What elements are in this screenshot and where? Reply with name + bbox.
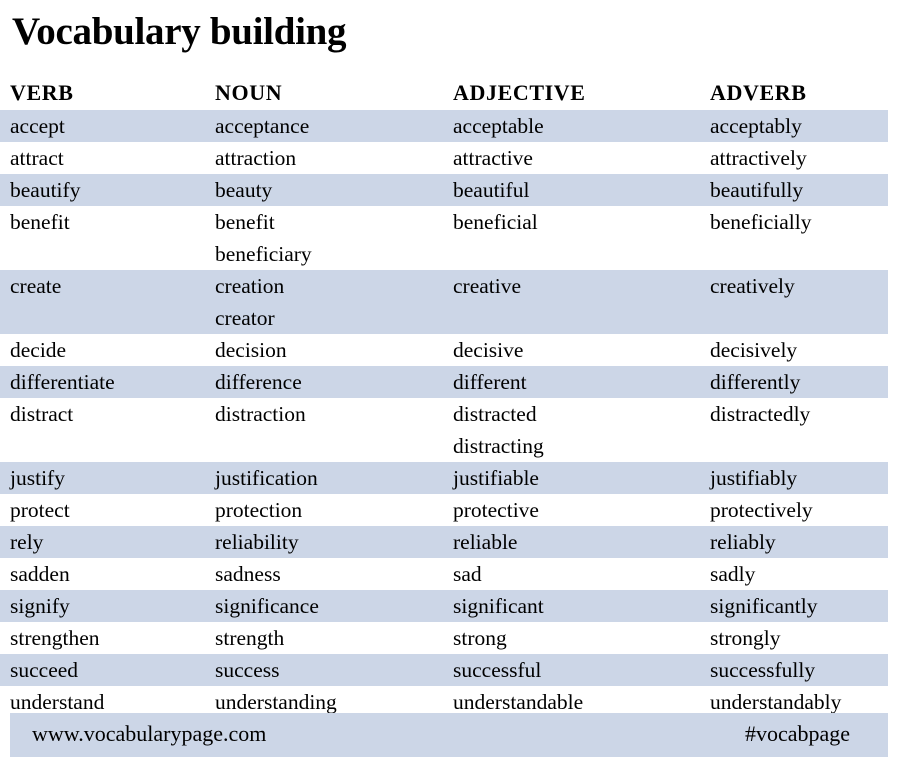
cell-verb: signify <box>10 594 70 618</box>
cell-verb: accept <box>10 114 65 138</box>
cell-adjective: attractive <box>453 146 533 170</box>
footer-bar: www.vocabularypage.com #vocabpage <box>10 713 888 757</box>
cell-verb: create <box>10 274 62 298</box>
column-header-noun: NOUN <box>215 80 283 105</box>
cell-verb: attract <box>10 146 64 170</box>
cell-adjective: beneficial <box>453 210 538 234</box>
table-row: benefit benefit beneficiary beneficial bene… <box>0 206 897 270</box>
cell-adjective: distracted distracting <box>453 402 544 458</box>
cell-verb: protect <box>10 498 70 522</box>
cell-noun: significance <box>215 594 319 618</box>
cell-noun: sadness <box>215 562 281 586</box>
cell-noun: benefit beneficiary <box>215 210 312 266</box>
cell-adverb: decisively <box>710 338 798 362</box>
cell-noun: creation creator <box>215 274 285 330</box>
cell-adjective: strong <box>453 626 507 650</box>
footer-website[interactable]: www.vocabularypage.com <box>32 721 266 747</box>
cell-adverb: justifiably <box>710 466 798 490</box>
cell-adverb: sadly <box>710 562 756 586</box>
column-header-adjective: ADJECTIVE <box>453 80 586 105</box>
table-row: attract attraction attractive attractively <box>0 142 897 174</box>
cell-adverb: strongly <box>710 626 781 650</box>
cell-adverb: creatively <box>710 274 795 298</box>
table-row: succeed success successful successfully <box>0 654 888 686</box>
table-row: differentiate difference different differen… <box>0 366 888 398</box>
table-row: create creation creator creative creatively <box>0 270 888 334</box>
table-row: protect protection protective protectively <box>0 494 897 526</box>
table-row: rely reliability reliable reliably <box>0 526 888 558</box>
table-row: decide decision decisive decisively <box>0 334 897 366</box>
cell-verb: decide <box>10 338 67 362</box>
cell-verb: differentiate <box>10 370 115 394</box>
cell-verb: rely <box>10 530 44 554</box>
page-title: Vocabulary building <box>12 10 347 53</box>
cell-adjective: justifiable <box>453 466 539 490</box>
cell-adverb: successfully <box>710 658 816 682</box>
cell-noun: acceptance <box>215 114 310 138</box>
table-row: justify justification justifiable justifiab… <box>0 462 888 494</box>
cell-adverb: reliably <box>710 530 776 554</box>
cell-adjective: successful <box>453 658 542 682</box>
table-row: sadden sadness sad sadly <box>0 558 897 590</box>
cell-verb: distract <box>10 402 74 426</box>
cell-adjective: acceptable <box>453 114 544 138</box>
cell-noun: beauty <box>215 178 273 202</box>
cell-adjective: protective <box>453 498 539 522</box>
cell-verb: strengthen <box>10 626 100 650</box>
cell-noun: protection <box>215 498 303 522</box>
table-row: signify significance significant significan… <box>0 590 888 622</box>
vocabulary-worksheet: Vocabulary building VERB NOUN ADJECTIVE … <box>0 0 897 764</box>
cell-adverb: protectively <box>710 498 813 522</box>
cell-adjective: beautiful <box>453 178 530 202</box>
cell-adverb: differently <box>710 370 801 394</box>
cell-noun: strength <box>215 626 285 650</box>
table-row: beautify beauty beautiful beautifully <box>0 174 888 206</box>
cell-verb: benefit <box>10 210 70 234</box>
cell-adverb: acceptably <box>710 114 802 138</box>
cell-noun: justification <box>215 466 318 490</box>
footer-hashtag[interactable]: #vocabpage <box>745 721 850 747</box>
table-header-row: VERB NOUN ADJECTIVE ADVERB <box>0 78 897 110</box>
cell-noun: reliability <box>215 530 299 554</box>
cell-noun: decision <box>215 338 287 362</box>
table-row: accept acceptance acceptable acceptably <box>0 110 888 142</box>
cell-verb: justify <box>10 466 65 490</box>
vocabulary-table: VERB NOUN ADJECTIVE ADVERB accept accepta… <box>0 78 897 718</box>
cell-verb: succeed <box>10 658 79 682</box>
cell-adjective: decisive <box>453 338 524 362</box>
cell-noun: attraction <box>215 146 297 170</box>
cell-noun: difference <box>215 370 302 394</box>
cell-verb: sadden <box>10 562 70 586</box>
cell-verb: beautify <box>10 178 81 202</box>
cell-noun: success <box>215 658 280 682</box>
cell-adjective: reliable <box>453 530 518 554</box>
column-header-adverb: ADVERB <box>710 80 807 105</box>
cell-adjective: different <box>453 370 527 394</box>
cell-adjective: significant <box>453 594 544 618</box>
cell-noun: distraction <box>215 402 306 426</box>
cell-adverb: attractively <box>710 146 807 170</box>
cell-adverb: beneficially <box>710 210 812 234</box>
column-header-verb: VERB <box>10 80 74 105</box>
table-row: distract distraction distracted distractin… <box>0 398 897 462</box>
cell-adjective: sad <box>453 562 482 586</box>
cell-adverb: beautifully <box>710 178 804 202</box>
cell-adjective: creative <box>453 274 522 298</box>
cell-adverb: significantly <box>710 594 818 618</box>
table-row: strengthen strength strong strongly <box>0 622 897 654</box>
cell-adverb: distractedly <box>710 402 811 426</box>
